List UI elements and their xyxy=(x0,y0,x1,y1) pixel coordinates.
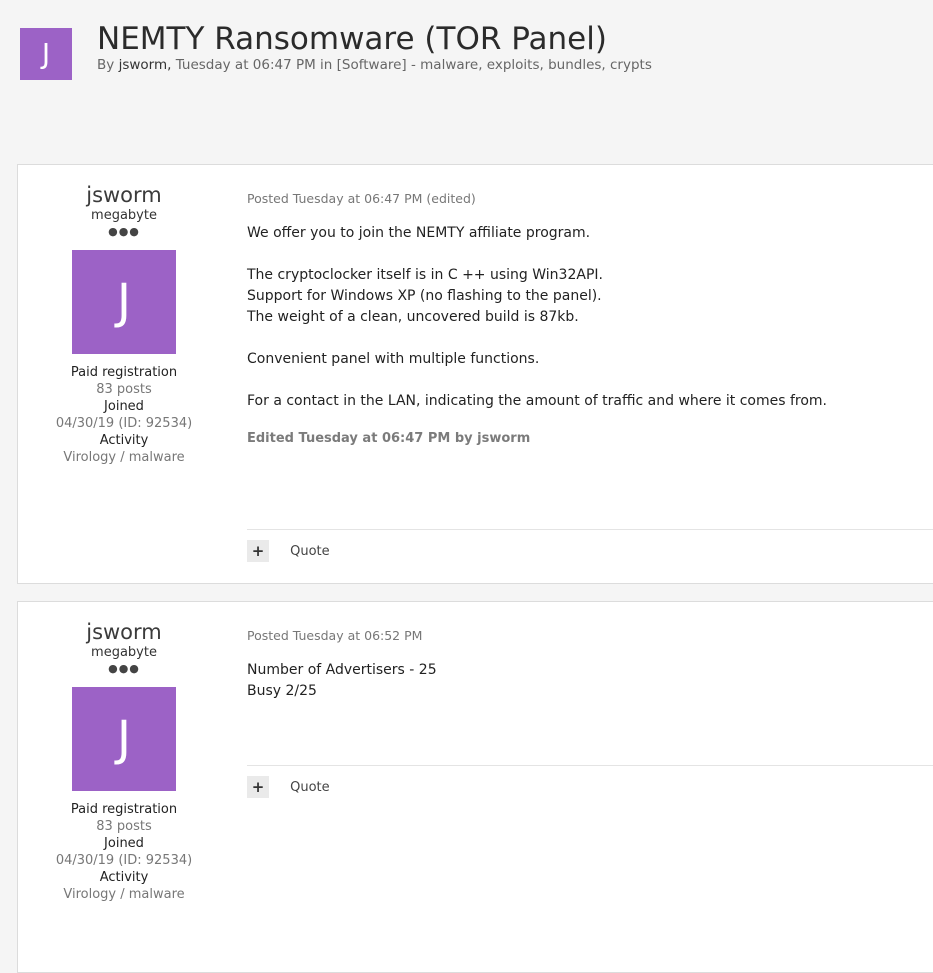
post-paragraph: We offer you to join the NEMTY affiliate… xyxy=(247,223,933,244)
quote-button[interactable]: Quote xyxy=(290,544,330,559)
rank-pips-icon: ●●● xyxy=(108,662,140,675)
joined-label: Joined xyxy=(104,399,144,414)
joined-label: Joined xyxy=(104,836,144,851)
topic-date: Tuesday at 06:47 PM in xyxy=(175,57,333,73)
post-line: The cryptoclocker itself is in C ++ usin… xyxy=(247,267,603,283)
post-line: We offer you to join the NEMTY affiliate… xyxy=(247,225,591,241)
page-title: NEMTY Ransomware (TOR Panel) xyxy=(97,21,607,57)
activity-value: Virology / malware xyxy=(63,887,185,902)
author-group: Paid registration xyxy=(70,365,178,380)
post-timestamp[interactable]: Posted Tuesday at 06:52 PM xyxy=(247,628,933,644)
multiquote-plus-button[interactable]: + xyxy=(247,540,269,562)
edited-note: Edited Tuesday at 06:47 PM by jsworm xyxy=(247,431,531,446)
activity-label: Activity xyxy=(99,433,149,448)
author-post-count: 83 posts xyxy=(96,819,152,834)
topic-by-label: By xyxy=(97,57,115,73)
avatar[interactable]: J xyxy=(72,687,176,791)
topic-author-avatar[interactable]: J xyxy=(20,28,72,80)
post-paragraph: The cryptoclocker itself is in C ++ usin… xyxy=(247,265,933,328)
topic-meta: By jsworm, Tuesday at 06:47 PM in [Softw… xyxy=(97,57,652,73)
author-group: Paid registration xyxy=(70,802,178,817)
author-rank: megabyte xyxy=(91,645,157,660)
topic-author-link[interactable]: jsworm, xyxy=(119,57,172,73)
post-line: Number of Advertisers - 25 xyxy=(247,662,437,678)
avatar[interactable]: J xyxy=(72,250,176,354)
post-line: Busy 2/25 xyxy=(247,683,317,699)
author-post-count: 83 posts xyxy=(96,382,152,397)
post-body: We offer you to join the NEMTY affiliate… xyxy=(247,223,933,412)
post-line: For a contact in the LAN, indicating the… xyxy=(247,393,828,409)
post-paragraph: Number of Advertisers - 25 Busy 2/25 xyxy=(247,660,933,702)
rank-pips-icon: ●●● xyxy=(108,225,140,238)
joined-value: 04/30/19 (ID: 92534) xyxy=(55,416,193,431)
activity-value: Virology / malware xyxy=(63,450,185,465)
post-content: Posted Tuesday at 06:52 PM Number of Adv… xyxy=(247,602,933,798)
post-body: Number of Advertisers - 25 Busy 2/25 xyxy=(247,660,933,702)
forum-link[interactable]: [Software] - malware, exploits, bundles,… xyxy=(337,57,652,73)
post-author-panel: jsworm megabyte ●●● J Paid registration … xyxy=(18,165,230,466)
post: jsworm megabyte ●●● J Paid registration … xyxy=(17,164,933,584)
post-author-panel: jsworm megabyte ●●● J Paid registration … xyxy=(18,602,230,903)
post-content: Posted Tuesday at 06:47 PM (edited) We o… xyxy=(247,165,933,562)
post: jsworm megabyte ●●● J Paid registration … xyxy=(17,601,933,973)
topic-header: J NEMTY Ransomware (TOR Panel) By jsworm… xyxy=(20,21,933,82)
joined-value: 04/30/19 (ID: 92534) xyxy=(55,853,193,868)
multiquote-plus-button[interactable]: + xyxy=(247,776,269,798)
post-paragraph: For a contact in the LAN, indicating the… xyxy=(247,391,933,412)
post-controls: + Quote xyxy=(247,529,933,570)
quote-button[interactable]: Quote xyxy=(290,780,330,795)
post-line: Support for Windows XP (no flashing to t… xyxy=(247,288,602,304)
post-controls: + Quote xyxy=(247,765,933,806)
post-line: The weight of a clean, uncovered build i… xyxy=(247,309,579,325)
author-info: Paid registration 83 posts Joined 04/30/… xyxy=(18,801,230,903)
post-paragraph: Convenient panel with multiple functions… xyxy=(247,349,933,370)
activity-label: Activity xyxy=(99,870,149,885)
author-info: Paid registration 83 posts Joined 04/30/… xyxy=(18,364,230,466)
post-line: Convenient panel with multiple functions… xyxy=(247,351,540,367)
post-timestamp[interactable]: Posted Tuesday at 06:47 PM (edited) xyxy=(247,191,933,207)
author-name-link[interactable]: jsworm xyxy=(18,619,230,645)
author-rank: megabyte xyxy=(91,208,157,223)
author-name-link[interactable]: jsworm xyxy=(18,182,230,208)
